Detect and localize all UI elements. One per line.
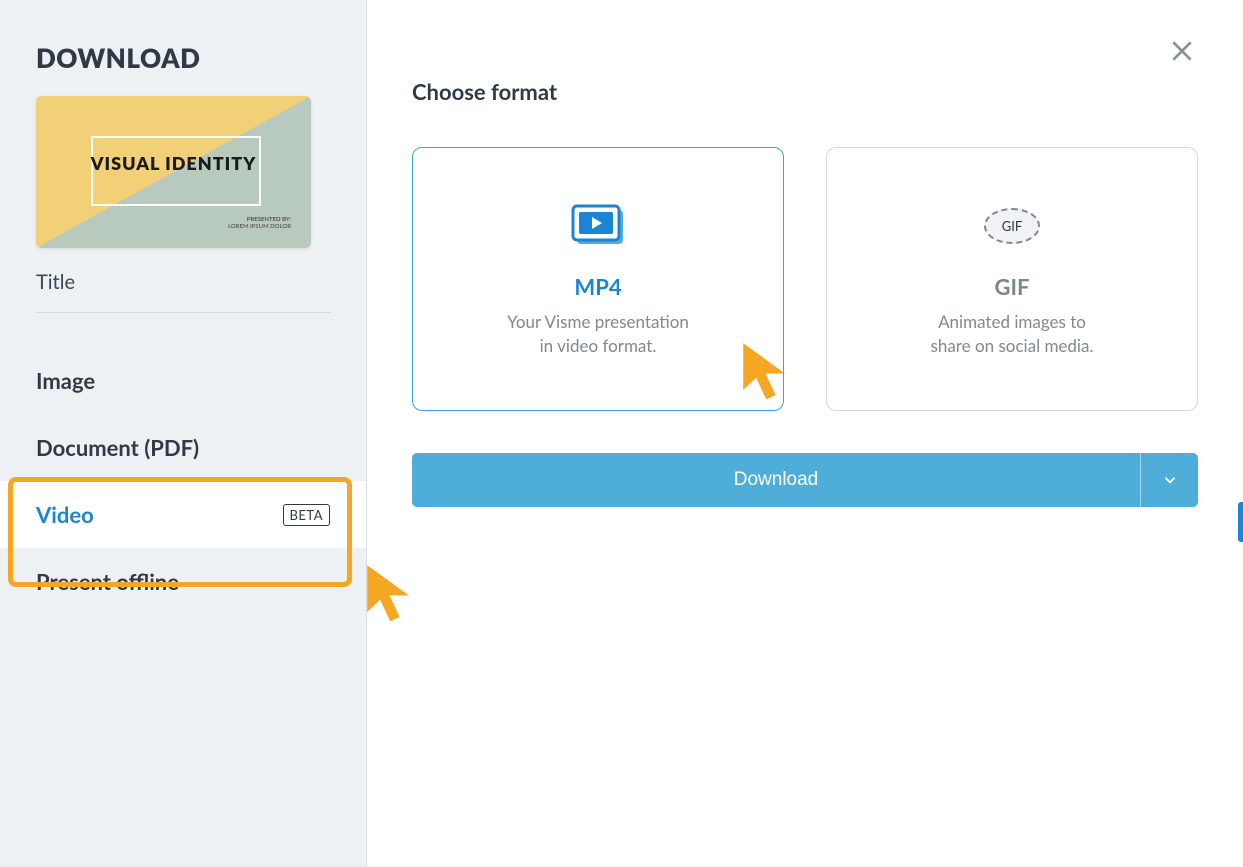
beta-badge: BETA: [283, 504, 330, 526]
download-sidebar: DOWNLOAD VISUAL IDENTITY PRESENTED BY: L…: [0, 0, 367, 867]
main-panel: Choose format MP4 Your Visme presentatio…: [367, 0, 1243, 867]
presentation-thumbnail[interactable]: VISUAL IDENTITY PRESENTED BY: LOREM IPSU…: [36, 96, 311, 248]
menu-item-video-label: Video: [36, 501, 94, 528]
gif-title: GIF: [995, 273, 1030, 300]
download-options-button[interactable]: [1140, 453, 1198, 507]
choose-format-heading: Choose format: [412, 78, 1198, 105]
right-edge-indicator: [1238, 502, 1243, 542]
mp4-desc: Your Visme presentation in video format.: [507, 310, 689, 358]
format-options: MP4 Your Visme presentation in video for…: [412, 147, 1198, 411]
download-button[interactable]: Download: [412, 453, 1140, 507]
menu-item-document[interactable]: Document (PDF): [36, 414, 330, 481]
gif-desc: Animated images to share on social media…: [931, 310, 1094, 358]
divider: [36, 312, 330, 313]
menu-item-present-offline[interactable]: Present offline: [36, 548, 330, 615]
format-card-mp4[interactable]: MP4 Your Visme presentation in video for…: [412, 147, 784, 411]
menu-item-video[interactable]: Video BETA: [0, 481, 366, 548]
thumbnail-sub: PRESENTED BY: LOREM IPSUM DOLOR: [228, 216, 291, 230]
mp4-icon: [569, 201, 627, 251]
mp4-title: MP4: [574, 273, 621, 300]
chevron-down-icon: [1161, 471, 1179, 489]
menu-item-image[interactable]: Image: [36, 347, 330, 414]
format-card-gif[interactable]: GIF GIF Animated images to share on soci…: [826, 147, 1198, 411]
close-button[interactable]: [1169, 38, 1195, 68]
sidebar-heading: DOWNLOAD: [36, 42, 330, 74]
gif-icon: GIF: [984, 201, 1040, 251]
title-label: Title: [36, 270, 330, 294]
close-icon: [1169, 38, 1195, 64]
download-row: Download: [412, 453, 1198, 507]
thumbnail-title: VISUAL IDENTITY: [36, 152, 311, 174]
